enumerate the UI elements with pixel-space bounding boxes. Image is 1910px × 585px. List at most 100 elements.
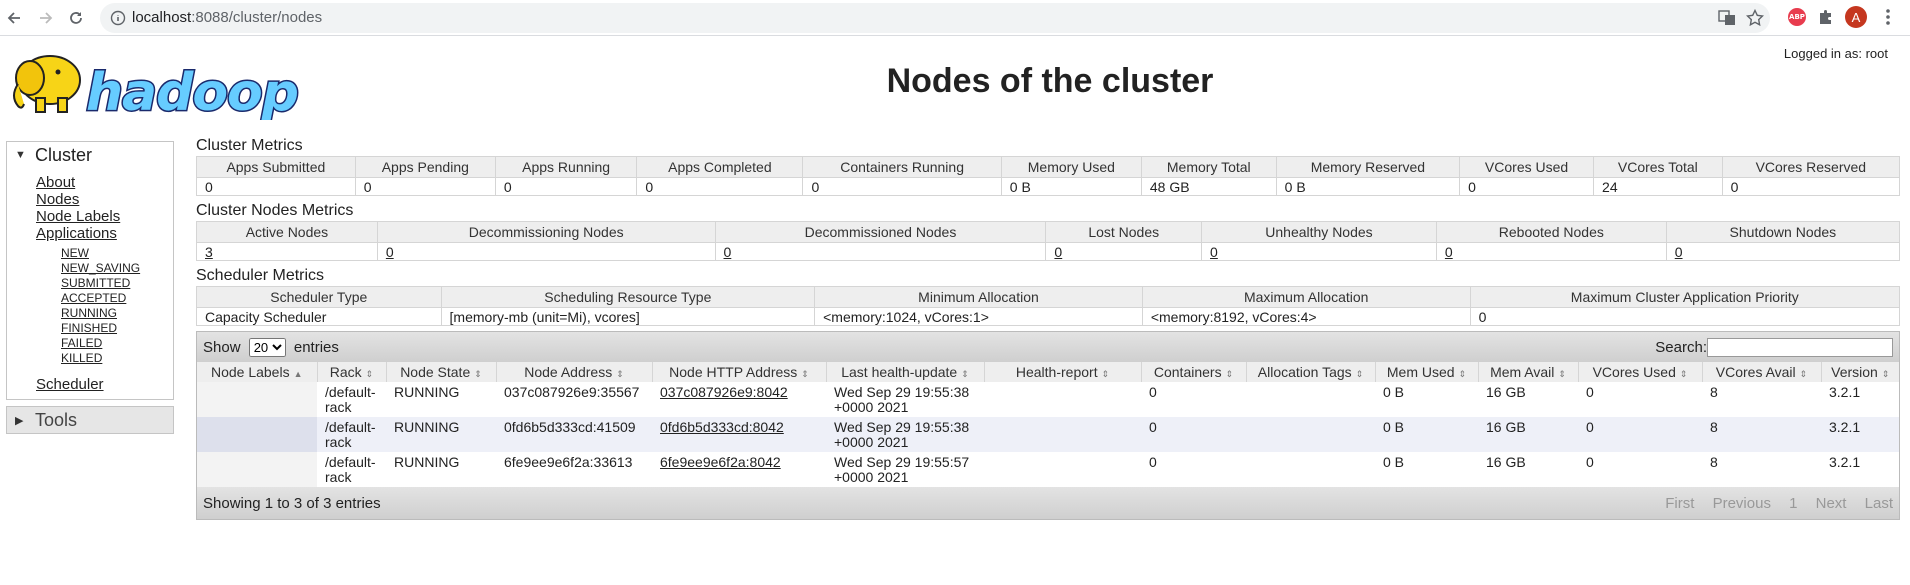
sidebar-app-state-submitted[interactable]: SUBMITTED xyxy=(61,276,173,291)
metric-header: Unhealthy Nodes xyxy=(1201,221,1437,243)
column-header-health-report[interactable]: Health-report ⇕ xyxy=(983,362,1141,382)
table-info: Showing 1 to 3 of 3 entries xyxy=(203,494,381,512)
column-header-mem-avail[interactable]: Mem Avail ⇕ xyxy=(1477,362,1578,382)
sidebar-link-scheduler[interactable]: Scheduler xyxy=(36,376,173,393)
cell-mem-avail: 16 GB xyxy=(1486,384,1526,400)
column-header-version[interactable]: Version ⇕ xyxy=(1820,362,1899,382)
metric-header: Apps Running xyxy=(494,156,638,178)
active-nodes-link[interactable]: 3 xyxy=(205,244,213,260)
logged-in-status: Logged in as: root xyxy=(1783,46,1888,61)
cell-health-report xyxy=(984,382,1141,417)
profile-avatar[interactable]: A xyxy=(1845,6,1867,28)
metric-value: 0 xyxy=(1470,307,1901,326)
scheduler-metrics-header-row: Scheduler Type Scheduling Resource Type … xyxy=(196,286,1901,308)
extensions-puzzle-icon[interactable] xyxy=(1815,6,1837,28)
metric-header: Memory Reserved xyxy=(1275,156,1461,178)
cell-node-address: 037c087926e9:35567 xyxy=(504,384,640,400)
metric-value: 0 B xyxy=(1276,177,1461,196)
pager-next-button[interactable]: Next xyxy=(1816,495,1847,512)
pager-page-button[interactable]: 1 xyxy=(1789,495,1797,512)
column-header-node-http-address[interactable]: Node HTTP Address ⇕ xyxy=(651,362,826,382)
scheduler-metrics-table: Scheduler Type Scheduling Resource Type … xyxy=(196,286,1901,326)
metric-header: Scheduling Resource Type xyxy=(440,286,816,308)
node-http-address-link[interactable]: 6fe9ee9e6f2a:8042 xyxy=(660,454,781,470)
cell-last-health-update: Wed Sep 29 19:55:38 +0000 2021 xyxy=(834,384,970,415)
cluster-section-header[interactable]: ▼ Cluster xyxy=(7,142,173,168)
main-content: Cluster Metrics Apps Submitted Apps Pend… xyxy=(196,136,1901,520)
column-header-rack[interactable]: Rack ⇕ xyxy=(316,362,386,382)
node-http-address-link[interactable]: 0fd6b5d333cd:8042 xyxy=(660,419,784,435)
column-header-node-address[interactable]: Node Address ⇕ xyxy=(495,362,652,382)
site-info-icon[interactable] xyxy=(110,10,126,30)
cell-vcores-used: 0 xyxy=(1586,454,1594,470)
pager-first-button[interactable]: First xyxy=(1665,495,1694,512)
page-length-control: Show 20 entries xyxy=(203,337,339,357)
pager-last-button[interactable]: Last xyxy=(1865,495,1893,512)
forward-icon[interactable] xyxy=(32,4,60,32)
column-header-node-state[interactable]: Node State ⇕ xyxy=(385,362,496,382)
metric-header: Maximum Cluster Application Priority xyxy=(1469,286,1901,308)
sidebar-link-about[interactable]: About xyxy=(36,174,173,191)
svg-text:hadoop: hadoop xyxy=(86,63,298,120)
search-input[interactable] xyxy=(1707,337,1893,357)
decommissioning-nodes-link[interactable]: 0 xyxy=(386,244,394,260)
cell-mem-avail: 16 GB xyxy=(1478,417,1578,452)
sort-both-icon: ⇕ xyxy=(1458,369,1467,379)
cell-mem-used: 0 B xyxy=(1383,384,1405,400)
reload-icon[interactable] xyxy=(62,4,90,32)
cell-version: 3.2.1 xyxy=(1829,384,1861,400)
column-header-mem-used[interactable]: Mem Used ⇕ xyxy=(1374,362,1478,382)
metric-header: Apps Pending xyxy=(354,156,496,178)
bookmark-star-icon[interactable] xyxy=(1745,8,1765,31)
column-header-vcores-avail[interactable]: VCores Avail ⇕ xyxy=(1701,362,1821,382)
sidebar-app-state-finished[interactable]: FINISHED xyxy=(61,321,173,336)
sidebar-app-state-accepted[interactable]: ACCEPTED xyxy=(61,291,173,306)
shutdown-nodes-link[interactable]: 0 xyxy=(1675,244,1683,260)
decommissioned-nodes-link[interactable]: 0 xyxy=(724,244,732,260)
cluster-section-label: Cluster xyxy=(35,144,93,165)
address-bar[interactable]: localhost:8088/cluster/nodes xyxy=(100,3,1770,33)
back-icon[interactable] xyxy=(0,4,28,32)
metric-header: Lost Nodes xyxy=(1045,221,1203,243)
scheduler-metrics-title: Scheduler Metrics xyxy=(196,267,325,284)
column-header-node-labels[interactable]: Node Labels ▲ xyxy=(197,362,317,382)
cell-allocation-tags xyxy=(1246,382,1375,417)
node-metrics-value-row: 3 0 0 0 0 0 0 xyxy=(196,242,1901,261)
sidebar-link-applications[interactable]: Applications xyxy=(36,225,173,242)
table-row: /default-rack RUNNING 037c087926e9:35567… xyxy=(197,382,1899,417)
cluster-section: ▼ Cluster About Nodes Node Labels Applic… xyxy=(6,141,174,400)
sidebar-app-state-failed[interactable]: FAILED xyxy=(61,336,173,351)
nodes-table: Node Labels ▲ Rack ⇕ Node State ⇕ Node Addr… xyxy=(197,362,1899,487)
tools-section-header[interactable]: ▶ Tools xyxy=(7,407,173,433)
node-metrics-table: Active Nodes Decommissioning Nodes Decom… xyxy=(196,221,1901,261)
cell-vcores-avail: 8 xyxy=(1710,384,1718,400)
column-header-containers[interactable]: Containers ⇕ xyxy=(1140,362,1246,382)
browser-menu-icon[interactable] xyxy=(1877,6,1899,28)
column-header-vcores-used[interactable]: VCores Used ⇕ xyxy=(1577,362,1702,382)
page-title: Nodes of the cluster xyxy=(886,62,1214,100)
sidebar-link-node-labels[interactable]: Node Labels xyxy=(36,208,173,225)
node-http-address-link[interactable]: 037c087926e9:8042 xyxy=(660,384,788,400)
column-header-last-health-update[interactable]: Last health-update ⇕ xyxy=(825,362,984,382)
node-metrics-title: Cluster Nodes Metrics xyxy=(196,202,354,219)
rebooted-nodes-link[interactable]: 0 xyxy=(1445,244,1453,260)
sidebar-link-nodes[interactable]: Nodes xyxy=(36,191,173,208)
sort-both-icon: ⇕ xyxy=(961,369,969,379)
hadoop-logo[interactable]: hadoop xyxy=(8,44,308,125)
sidebar-app-state-new[interactable]: NEW xyxy=(61,246,173,261)
sidebar-app-state-new-saving[interactable]: NEW_SAVING xyxy=(61,261,173,276)
metric-value: 0 xyxy=(495,177,638,196)
sidebar-app-state-running[interactable]: RUNNING xyxy=(61,306,173,321)
adblock-plus-icon[interactable]: ABP xyxy=(1786,6,1808,28)
pager-previous-button[interactable]: Previous xyxy=(1713,495,1771,512)
sidebar-app-state-killed[interactable]: KILLED xyxy=(61,351,173,366)
translate-icon[interactable] xyxy=(1718,9,1736,31)
column-header-allocation-tags[interactable]: Allocation Tags ⇕ xyxy=(1245,362,1375,382)
cell-vcores-avail: 8 xyxy=(1702,417,1821,452)
lost-nodes-link[interactable]: 0 xyxy=(1054,244,1062,260)
unhealthy-nodes-link[interactable]: 0 xyxy=(1210,244,1218,260)
nodes-table-footer: Showing 1 to 3 of 3 entries First Previo… xyxy=(197,487,1899,519)
page-length-select[interactable]: 20 xyxy=(248,337,286,357)
cluster-metrics-table: Apps Submitted Apps Pending Apps Running… xyxy=(196,156,1901,196)
metric-header: Apps Completed xyxy=(636,156,804,178)
